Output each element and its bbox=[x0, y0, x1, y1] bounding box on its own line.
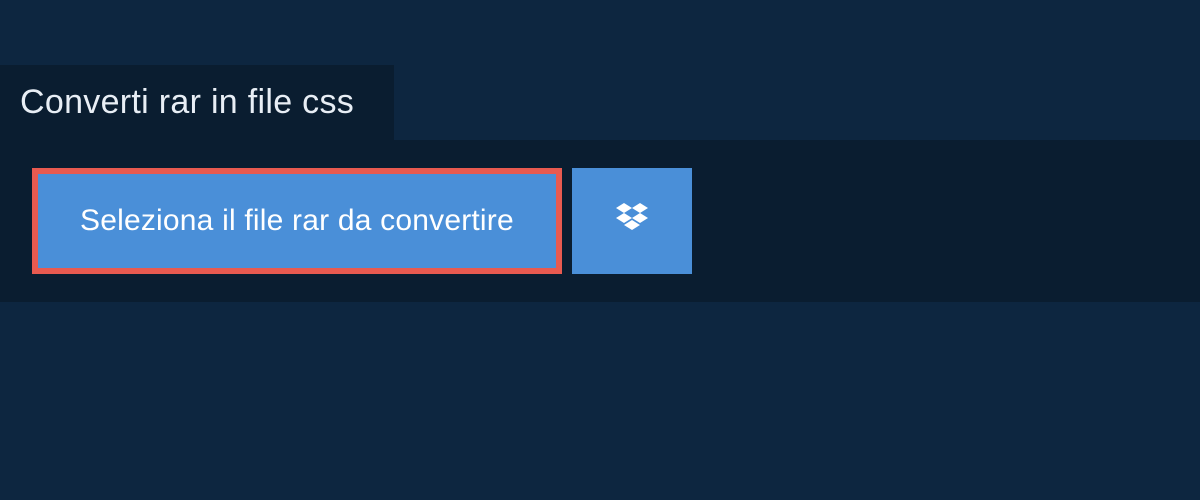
select-file-button[interactable]: Seleziona il file rar da convertire bbox=[38, 174, 556, 268]
button-row: Seleziona il file rar da convertire bbox=[32, 168, 1200, 274]
page-title: Converti rar in file css bbox=[0, 65, 394, 140]
dropbox-icon bbox=[612, 199, 652, 244]
select-file-highlight: Seleziona il file rar da convertire bbox=[32, 168, 562, 274]
dropbox-button[interactable] bbox=[572, 168, 692, 274]
file-select-panel: Seleziona il file rar da convertire bbox=[0, 140, 1200, 302]
